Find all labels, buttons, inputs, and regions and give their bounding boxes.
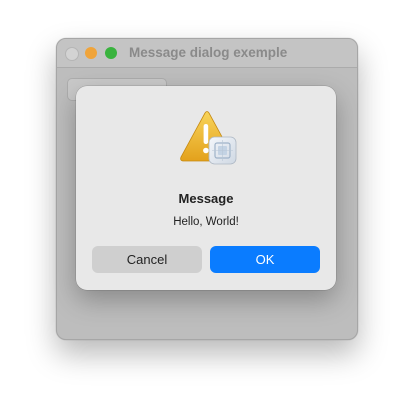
dialog-title: Message bbox=[178, 191, 234, 206]
minimize-window-button[interactable] bbox=[85, 47, 97, 59]
window-title: Message dialog exemple bbox=[129, 45, 288, 60]
ok-button[interactable]: OK bbox=[210, 246, 320, 273]
warning-icon bbox=[180, 111, 237, 165]
title-bar: Message dialog exemple bbox=[57, 39, 357, 68]
app-icon bbox=[208, 136, 237, 165]
dialog-message: Hello, World! bbox=[173, 216, 239, 228]
cancel-button[interactable]: Cancel bbox=[92, 246, 202, 273]
message-dialog: Message Hello, World! Cancel OK bbox=[76, 86, 336, 290]
zoom-window-button[interactable] bbox=[105, 47, 117, 59]
close-window-button[interactable] bbox=[65, 47, 79, 61]
